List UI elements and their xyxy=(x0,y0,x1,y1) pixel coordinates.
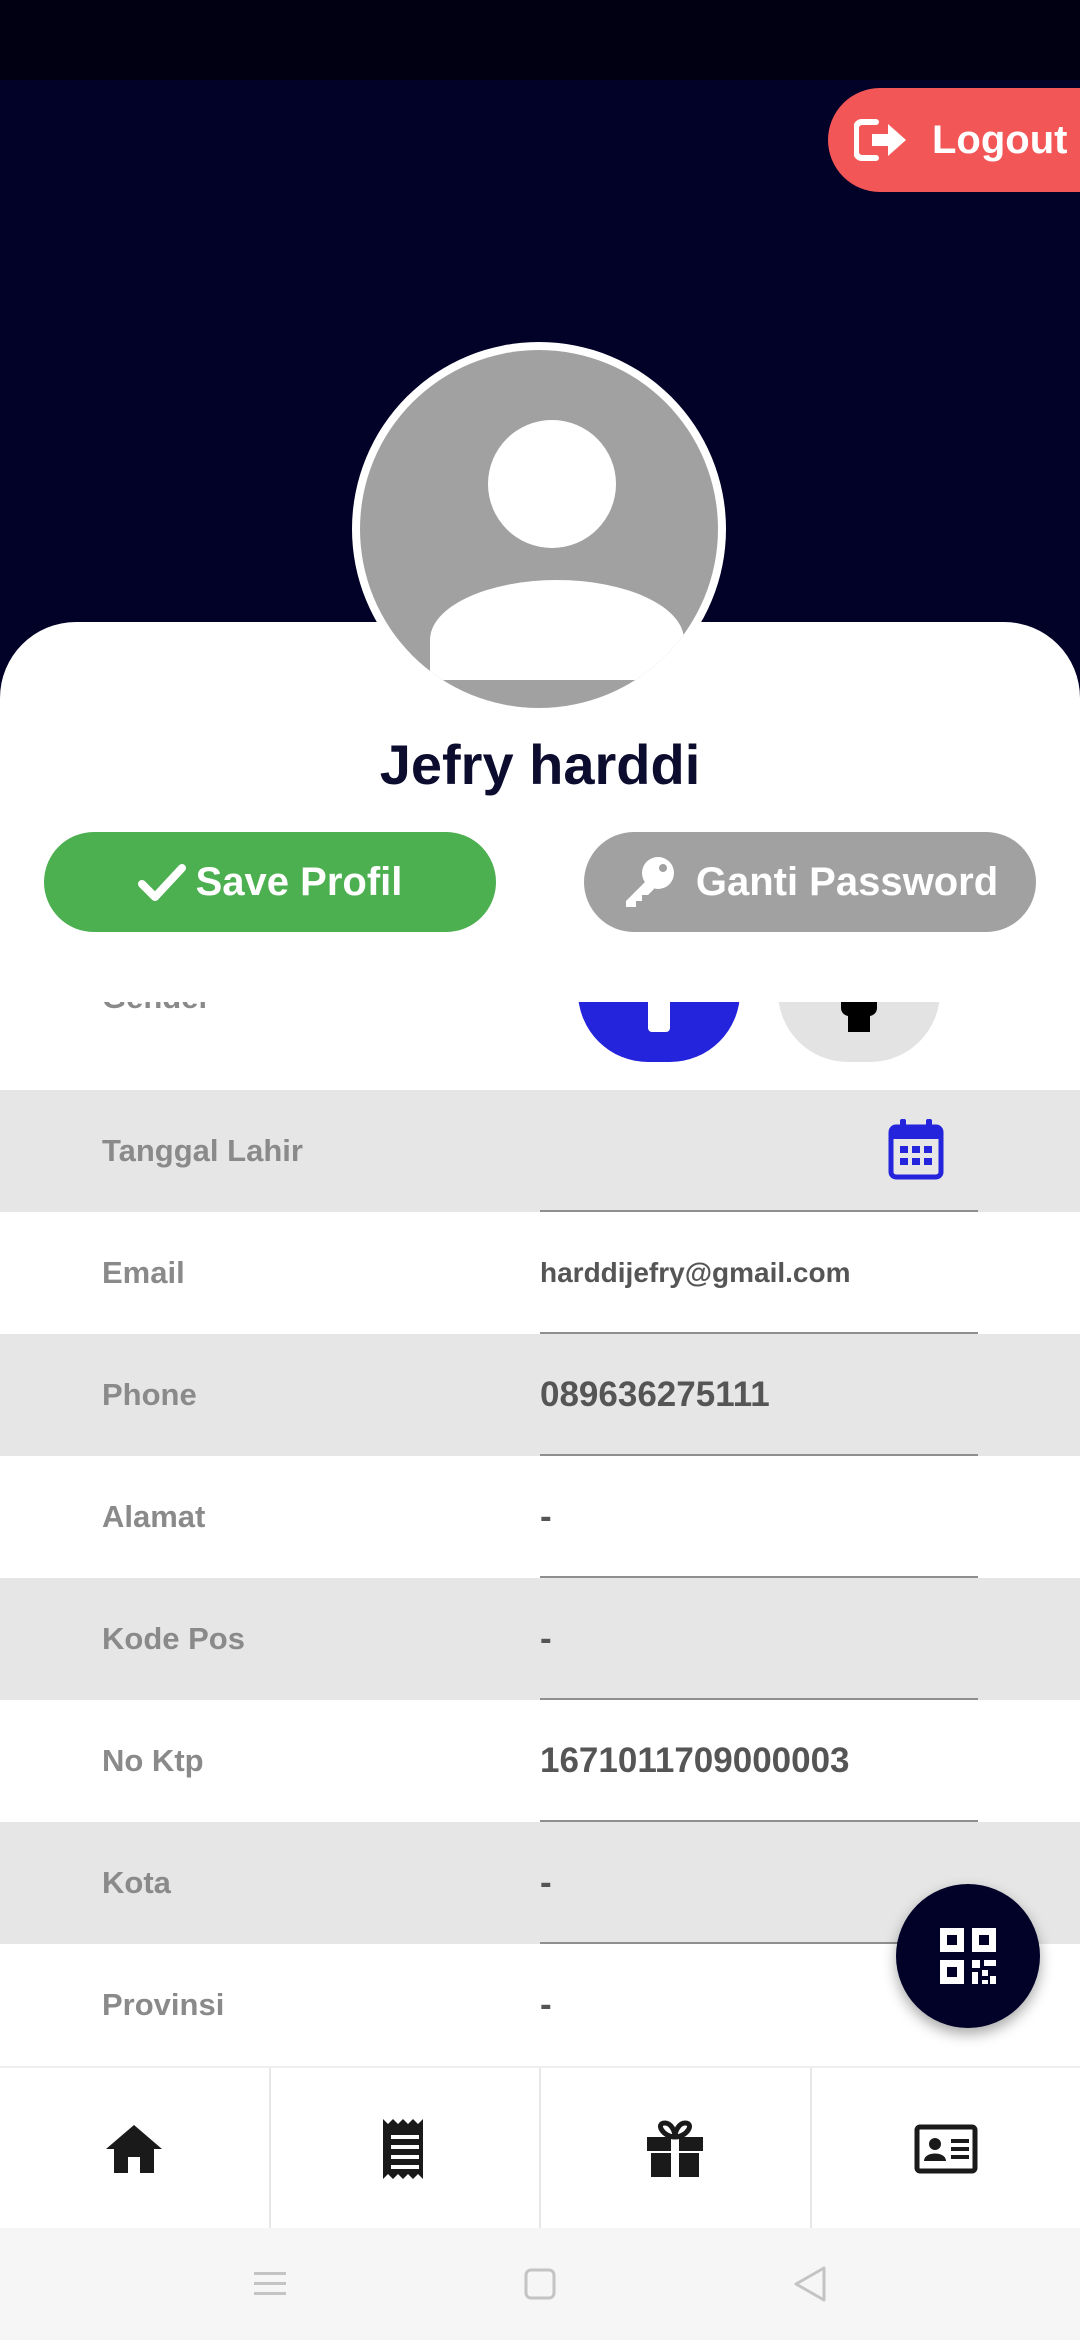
province-input[interactable]: - xyxy=(540,1944,552,2064)
status-bar xyxy=(0,0,1080,80)
field-label: Kota xyxy=(102,1865,171,1900)
back-icon[interactable] xyxy=(790,2264,830,2304)
field-label: Kode Pos xyxy=(102,1621,245,1656)
calendar-icon[interactable] xyxy=(888,1118,944,1180)
logout-label: Logout xyxy=(932,117,1068,162)
home-icon xyxy=(106,2125,163,2173)
email-input[interactable]: harddijefry@gmail.com xyxy=(540,1212,851,1334)
field-row-ktp: No Ktp 1671011709000003 xyxy=(0,1700,1080,1822)
gender-female-toggle[interactable] xyxy=(778,1002,940,1062)
nav-home[interactable] xyxy=(0,2068,271,2230)
check-icon xyxy=(137,864,186,901)
change-password-label: Ganti Password xyxy=(695,859,999,904)
gift-icon xyxy=(647,2120,704,2177)
field-row-postal-code: Kode Pos - xyxy=(0,1578,1080,1700)
logout-button[interactable]: Logout xyxy=(828,88,1080,192)
nav-rewards[interactable] xyxy=(541,2068,812,2230)
field-row-email: Email harddijefry@gmail.com xyxy=(0,1212,1080,1334)
avatar-placeholder-icon xyxy=(360,350,718,708)
field-row-phone: Phone 089636275111 xyxy=(0,1334,1080,1456)
id-card-icon xyxy=(914,2124,978,2174)
male-icon xyxy=(648,1002,670,1032)
gender-male-toggle[interactable] xyxy=(578,1002,740,1062)
female-icon xyxy=(841,1002,877,1032)
key-icon xyxy=(625,857,674,907)
ktp-input[interactable]: 1671011709000003 xyxy=(540,1700,850,1822)
user-name: Jefry harddi xyxy=(379,733,701,796)
system-navigation-bar xyxy=(0,2228,1080,2340)
avatar[interactable] xyxy=(352,342,726,716)
nav-transactions[interactable] xyxy=(271,2068,541,2230)
qr-scan-button[interactable] xyxy=(896,1884,1040,2028)
field-label: Phone xyxy=(102,1377,197,1412)
postal-code-input[interactable]: - xyxy=(540,1578,552,1700)
gender-label: Gender xyxy=(102,1002,211,1016)
bottom-navigation xyxy=(0,2066,1080,2230)
field-label: Alamat xyxy=(102,1499,206,1534)
logout-icon xyxy=(854,119,906,161)
address-input[interactable]: - xyxy=(540,1456,552,1578)
home-square-icon[interactable] xyxy=(520,2264,560,2304)
save-profile-button[interactable]: Save Profil xyxy=(44,832,496,932)
menu-icon[interactable] xyxy=(250,2264,290,2304)
qr-code-icon xyxy=(940,1928,996,1984)
field-label: Tanggal Lahir xyxy=(102,1133,303,1168)
receipt-icon xyxy=(382,2119,423,2179)
change-password-button[interactable]: Ganti Password xyxy=(584,832,1036,932)
city-input[interactable]: - xyxy=(540,1822,552,1944)
save-profile-label: Save Profil xyxy=(195,859,403,904)
field-row-address: Alamat - xyxy=(0,1456,1080,1578)
field-row-birthdate: Tanggal Lahir xyxy=(0,1090,1080,1212)
phone-input[interactable]: 089636275111 xyxy=(540,1334,770,1456)
field-label: Provinsi xyxy=(102,1987,225,2022)
gender-row: Gender xyxy=(0,1002,1080,1090)
nav-profile[interactable] xyxy=(812,2068,1080,2230)
field-label: Email xyxy=(102,1255,185,1290)
field-label: No Ktp xyxy=(102,1743,204,1778)
